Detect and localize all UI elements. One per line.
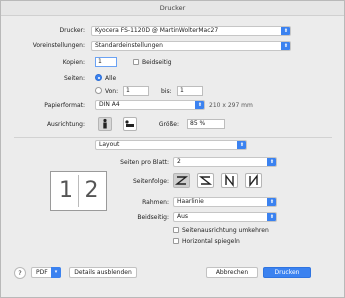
printer-popup[interactable]: Kyocera FS-1120D @ MartinWolterMac27 ⬍ <box>91 26 291 36</box>
chevron-down-icon: ▾ <box>51 267 61 278</box>
layout-n-icon <box>225 173 234 188</box>
presets-label: Voreinstellungen: <box>32 42 85 49</box>
window-title: Drucker <box>1 1 344 16</box>
flip-horizontal-label: Horizontal spiegeln <box>182 238 240 245</box>
help-button[interactable]: ? <box>14 267 26 279</box>
printer-value: Kyocera FS-1120D @ MartinWolterMac27 <box>95 27 219 34</box>
duplex-checkbox[interactable] <box>133 59 139 65</box>
portrait-person-icon <box>103 118 107 129</box>
border-popup[interactable]: Haarlinie ⬍ <box>173 197 277 207</box>
direction-s-button[interactable] <box>197 173 214 188</box>
pages-all-radio[interactable] <box>95 74 102 81</box>
layout-direction-label: Seitenfolge: <box>133 178 169 185</box>
paper-value: DIN A4 <box>99 101 120 108</box>
layout-z-icon <box>174 176 189 185</box>
scale-label: Größe: <box>158 121 179 128</box>
orientation-landscape-button[interactable] <box>123 117 137 131</box>
chevron-updown-icon: ⬍ <box>267 198 276 206</box>
presets-popup[interactable]: Standardeinstellungen ⬍ <box>91 41 291 51</box>
preview-page-1: 1 <box>54 175 79 207</box>
border-label: Rahmen: <box>142 199 169 206</box>
chevron-updown-icon: ⬍ <box>281 27 290 35</box>
separator <box>14 137 332 138</box>
layout-preview: 1 2 <box>50 171 107 211</box>
chevron-updown-icon: ⬍ <box>267 158 276 166</box>
layout-s-icon <box>198 176 213 185</box>
chevron-updown-icon: ⬍ <box>195 101 204 109</box>
print-button[interactable]: Drucken <box>263 267 311 278</box>
pages-per-sheet-label: Seiten pro Blatt: <box>120 159 169 166</box>
two-sided-popup[interactable]: Aus ⬍ <box>173 212 277 222</box>
pages-label: Seiten: <box>63 75 85 82</box>
section-value: Layout <box>99 141 120 148</box>
paper-popup[interactable]: DIN A4 ⬍ <box>95 100 205 110</box>
pages-all-label: Alle <box>105 75 117 82</box>
copies-label: Kopien: <box>62 59 85 66</box>
hide-details-button[interactable]: Details ausblenden <box>69 267 137 278</box>
direction-n-button[interactable] <box>221 173 238 188</box>
chevron-updown-icon: ⬍ <box>237 141 246 149</box>
reverse-orientation-label: Seitenausrichtung umkehren <box>182 227 269 234</box>
section-popup[interactable]: Layout ⬍ <box>95 140 247 150</box>
scale-field[interactable]: 85 % <box>187 119 225 129</box>
direction-z-button[interactable] <box>173 173 190 188</box>
pages-per-sheet-popup[interactable]: 2 ⬍ <box>173 157 277 167</box>
pdf-menu-button[interactable]: PDF ▾ <box>31 267 61 278</box>
orientation-portrait-button[interactable] <box>98 117 112 131</box>
paper-label: Papierformat: <box>44 102 85 109</box>
pages-range-radio[interactable] <box>95 87 102 94</box>
cancel-button[interactable]: Abbrechen <box>206 267 258 278</box>
pdf-label: PDF <box>36 269 48 276</box>
paper-size-text: 210 x 297 mm <box>209 102 253 109</box>
print-dialog: Drucker Drucker: Kyocera FS-1120D @ Mart… <box>0 0 345 298</box>
pages-per-sheet-value: 2 <box>177 158 181 165</box>
orientation-label: Ausrichtung: <box>46 121 85 128</box>
chevron-updown-icon: ⬍ <box>267 213 276 221</box>
pages-from-label: Von: <box>105 88 119 95</box>
pages-to-label: bis: <box>161 88 172 95</box>
two-sided-label: Beidseitig: <box>137 214 169 221</box>
copies-field[interactable]: 1 <box>95 57 117 67</box>
chevron-updown-icon: ⬍ <box>281 42 290 50</box>
layout-mirrored-n-icon <box>249 173 258 188</box>
direction-mirrored-n-button[interactable] <box>245 173 262 188</box>
reverse-orientation-checkbox[interactable] <box>173 227 179 233</box>
presets-value: Standardeinstellungen <box>95 42 163 49</box>
duplex-checkbox-label: Beidseitig <box>142 59 172 66</box>
landscape-person-icon <box>125 120 134 127</box>
printer-label: Drucker: <box>59 27 85 34</box>
pages-to-field[interactable]: 1 <box>177 86 203 96</box>
border-value: Haarlinie <box>177 198 204 205</box>
flip-horizontal-checkbox[interactable] <box>173 238 179 244</box>
pages-from-field[interactable]: 1 <box>123 86 149 96</box>
two-sided-value: Aus <box>177 213 189 220</box>
